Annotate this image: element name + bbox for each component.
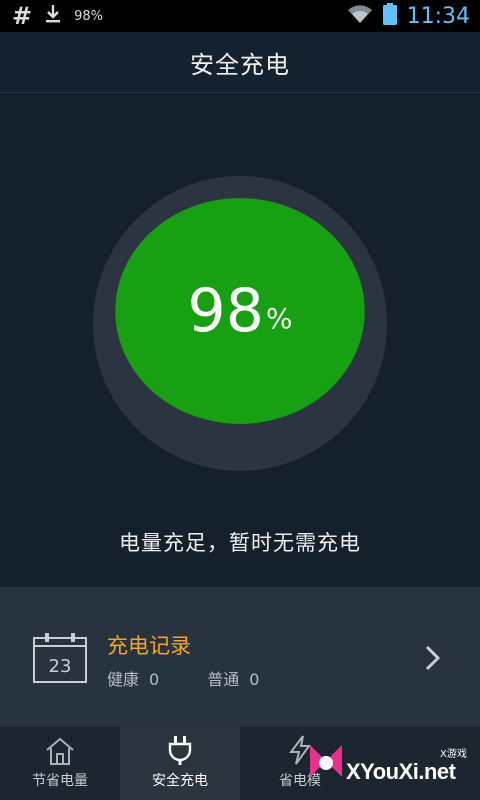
battery-percent-notification: 98%: [74, 8, 104, 24]
tab-save-power[interactable]: 节省电量: [0, 727, 120, 800]
calendar-icon: 23: [32, 632, 88, 688]
charge-record-title[interactable]: 充电记录: [107, 630, 191, 660]
calendar-day: 23: [49, 656, 72, 677]
normal-count: 0: [249, 670, 260, 689]
status-bar: # 98% 11:34: [0, 0, 480, 32]
watermark-brand: XYouXi.net: [346, 759, 456, 784]
healthy-count: 0: [149, 670, 160, 689]
chevron-right-icon[interactable]: [423, 644, 443, 676]
gauge-readout: 98 %: [114, 198, 366, 424]
battery-icon: [382, 3, 397, 29]
watermark-tagline: X游戏: [440, 749, 467, 760]
charge-status-message: 电量充足，暂时无需充电: [119, 531, 361, 555]
title-bar: 安全充电: [0, 32, 480, 93]
wifi-icon: [347, 4, 373, 28]
battery-level-unit: %: [265, 301, 293, 335]
tab-label: 节省电量: [32, 773, 88, 789]
watermark-logo-icon: [310, 745, 342, 777]
tab-safe-charge[interactable]: 安全充电: [120, 727, 240, 800]
page-title: 安全充电: [190, 50, 290, 79]
hash-icon: #: [12, 2, 33, 30]
normal-stat: 普通 0: [207, 666, 259, 690]
plug-icon: [168, 736, 192, 765]
healthy-stat: 健康 0: [107, 666, 159, 690]
watermark: X游戏 XYouXi.net: [300, 735, 480, 800]
clock: 11:34: [406, 3, 470, 29]
healthy-label: 健康: [107, 670, 140, 689]
home-icon: [46, 737, 74, 765]
download-icon: [44, 4, 62, 28]
normal-label: 普通: [207, 670, 240, 689]
battery-level-value: 98: [187, 276, 264, 346]
tab-label: 安全充电: [152, 773, 208, 789]
charge-record-stats: 健康 0 普通 0: [107, 666, 259, 690]
